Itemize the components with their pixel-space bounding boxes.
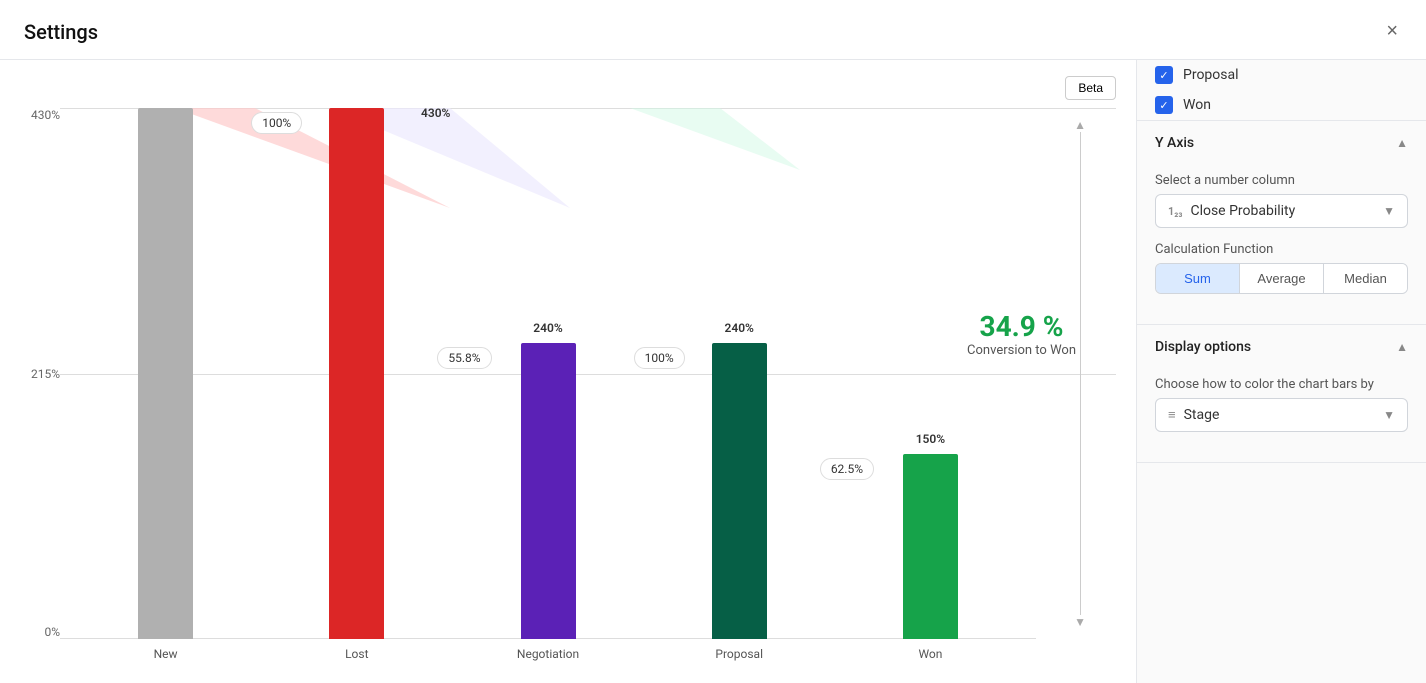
calc-label: Calculation Function (1155, 242, 1408, 257)
calc-buttons: Sum Average Median (1155, 263, 1408, 294)
column-chevron-icon: ▼ (1383, 204, 1395, 218)
conversion-label: Conversion to Won (967, 343, 1076, 358)
beta-button[interactable]: Beta (1065, 76, 1116, 100)
y-axis-chevron-icon: ▲ (1396, 136, 1408, 150)
column-select-group: Select a number column 1₂₃ Close Probabi… (1155, 173, 1408, 228)
checkbox-won[interactable]: ✓ (1155, 96, 1173, 114)
column-select-label: Select a number column (1155, 173, 1408, 188)
bars-container: 430% New 430% 100% Lost (60, 108, 1036, 639)
bar-value-proposal: 240% (724, 321, 753, 335)
bar-label-lost: Lost (345, 647, 368, 661)
color-select[interactable]: ≡ Stage ▼ (1155, 398, 1408, 432)
bar-new (138, 108, 193, 639)
display-chevron-icon: ▲ (1396, 340, 1408, 354)
bar-value-lost: 430% (421, 106, 450, 120)
y-axis-body: Select a number column 1₂₃ Close Probabi… (1137, 165, 1426, 324)
bar-label-negotiation: Negotiation (517, 647, 579, 661)
conversion-percentage: 34.9 % (967, 310, 1076, 343)
chart-plot: 430% New 430% 100% Lost (60, 108, 1116, 639)
settings-page: Settings × Beta 430% 215% 0% (0, 0, 1426, 683)
conversion-display: 34.9 % Conversion to Won (967, 310, 1076, 358)
chart-area: Beta 430% 215% 0% (0, 60, 1136, 683)
conversion-pill-won: 62.5% (820, 458, 874, 480)
color-select-group: Choose how to color the chart bars by ≡ … (1155, 377, 1408, 432)
checkbox-section: ✓ Proposal ✓ Won (1137, 60, 1426, 121)
bar-won (903, 454, 958, 639)
column-type-icon: 1₂₃ (1168, 205, 1182, 218)
chart-container: 430% 215% 0% (20, 108, 1116, 663)
arrow-line (1080, 132, 1081, 615)
column-select[interactable]: 1₂₃ Close Probability ▼ (1155, 194, 1408, 228)
bar-value-negotiation: 240% (533, 321, 562, 335)
column-value: Close Probability (1190, 203, 1295, 219)
color-icon: ≡ (1168, 407, 1176, 423)
bar-group-negotiation: 240% 55.8% Negotiation (452, 108, 643, 639)
y-axis-title: Y Axis (1155, 135, 1194, 151)
calc-average-button[interactable]: Average (1240, 264, 1324, 293)
page-title: Settings (24, 20, 98, 44)
calc-group: Calculation Function Sum Average Median (1155, 242, 1408, 294)
bar-group-lost: 430% 100% Lost (261, 108, 452, 639)
y-label-top: 430% (20, 108, 60, 122)
bar-label-proposal: Proposal (715, 647, 763, 661)
close-button[interactable]: × (1382, 16, 1402, 47)
header: Settings × (0, 0, 1426, 60)
color-select-label: Choose how to color the chart bars by (1155, 377, 1408, 392)
checkbox-row-proposal: ✓ Proposal (1137, 60, 1426, 90)
y-axis: 430% 215% 0% (20, 108, 60, 663)
checkbox-label-won: Won (1183, 97, 1211, 113)
y-label-bot: 0% (20, 625, 60, 639)
arrow-indicator: ▲ ▼ (1074, 118, 1086, 629)
y-label-mid: 215% (20, 367, 60, 381)
conversion-pill-proposal: 100% (634, 347, 685, 369)
bar-lost (329, 108, 384, 639)
arrow-up-icon: ▲ (1074, 118, 1086, 132)
checkbox-label-proposal: Proposal (1183, 67, 1239, 83)
display-title: Display options (1155, 339, 1251, 355)
bar-proposal (712, 343, 767, 639)
bar-negotiation (521, 343, 576, 639)
color-chevron-icon: ▼ (1383, 408, 1395, 422)
y-axis-section: Y Axis ▲ Select a number column 1₂₃ Clos… (1137, 121, 1426, 325)
right-panel: ✓ Proposal ✓ Won Y Axis ▲ (1136, 60, 1426, 683)
content: Beta 430% 215% 0% (0, 60, 1426, 683)
display-section: Display options ▲ Choose how to color th… (1137, 325, 1426, 463)
bar-label-new: New (154, 647, 178, 661)
bar-group-new: 430% New (70, 108, 261, 639)
checkbox-row-won: ✓ Won (1137, 90, 1426, 120)
bar-value-won: 150% (916, 432, 945, 446)
display-section-header[interactable]: Display options ▲ (1137, 325, 1426, 369)
color-value: Stage (1184, 407, 1220, 423)
y-axis-section-header[interactable]: Y Axis ▲ (1137, 121, 1426, 165)
display-body: Choose how to color the chart bars by ≡ … (1137, 369, 1426, 462)
bar-label-won: Won (918, 647, 942, 661)
checkbox-proposal[interactable]: ✓ (1155, 66, 1173, 84)
bar-group-won: 150% 62.5% Won (835, 108, 1026, 639)
conversion-pill-lost: 100% (251, 112, 302, 134)
arrow-down-icon: ▼ (1074, 615, 1086, 629)
bar-group-proposal: 240% 100% Proposal (644, 108, 835, 639)
calc-median-button[interactable]: Median (1324, 264, 1407, 293)
conversion-pill-negotiation: 55.8% (437, 347, 491, 369)
calc-sum-button[interactable]: Sum (1156, 264, 1240, 293)
